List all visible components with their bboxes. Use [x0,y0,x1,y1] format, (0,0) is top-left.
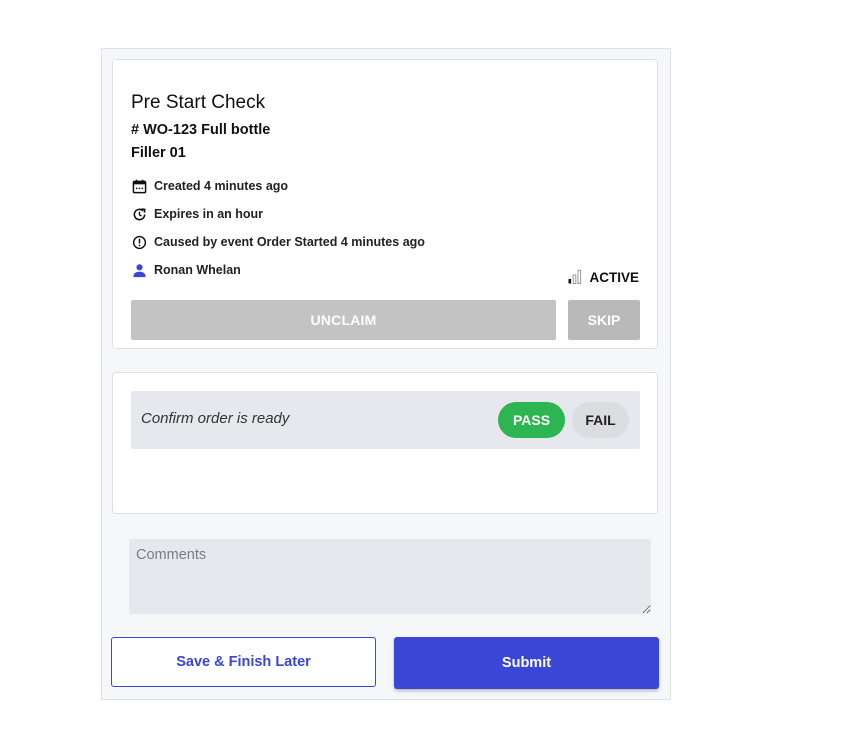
task-panel: Pre Start Check # WO-123 Full bottle Fil… [101,48,671,700]
clock-refresh-icon [131,206,147,222]
calendar-icon [131,178,147,194]
pass-button[interactable]: PASS [498,402,565,438]
assignee-row: Ronan Whelan [131,262,241,278]
asset-label: Filler 01 [131,145,186,161]
status-badge: ACTIVE [567,269,639,285]
checklist-item: Confirm order is ready PASS FAIL [131,391,640,449]
submit-button[interactable]: Submit [394,637,659,689]
person-icon [131,262,147,278]
alert-circle-icon [131,234,147,250]
comments-field[interactable] [129,539,651,614]
unclaim-button[interactable]: UNCLAIM [131,300,556,340]
created-text: Created 4 minutes ago [154,179,289,193]
checklist-item-label: Confirm order is ready [141,410,290,427]
status-text: ACTIVE [589,269,639,285]
assignee-name: Ronan Whelan [154,263,241,277]
created-row: Created 4 minutes ago [131,178,288,194]
work-order-label: # WO-123 Full bottle [131,122,271,138]
checklist-card: Confirm order is ready PASS FAIL [112,372,658,514]
expires-text: Expires in an hour [154,207,264,221]
skip-button[interactable]: SKIP [568,300,640,340]
fail-button[interactable]: FAIL [572,402,629,438]
signal-bars-icon [567,269,583,285]
save-finish-later-button[interactable]: Save & Finish Later [111,637,376,687]
caused-by-row: Caused by event Order Started 4 minutes … [131,234,425,250]
caused-by-text: Caused by event Order Started 4 minutes … [154,235,425,249]
task-title: Pre Start Check [131,92,266,113]
expires-row: Expires in an hour [131,206,263,222]
task-header-card: Pre Start Check # WO-123 Full bottle Fil… [112,59,658,349]
